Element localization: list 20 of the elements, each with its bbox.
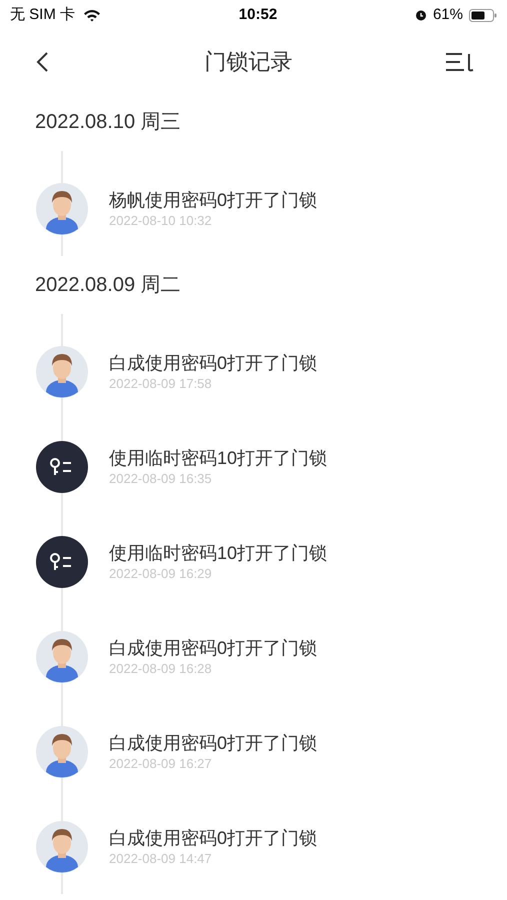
date-header: 2022.08.09 周二 <box>35 273 181 298</box>
back-icon <box>35 50 49 72</box>
alarm-icon <box>414 9 427 21</box>
record-text: 白成使用密码0打开了门锁 <box>109 732 318 754</box>
date-header: 2022.08.10 周三 <box>35 110 181 135</box>
record-text: 白成使用密码0打开了门锁 <box>109 826 318 850</box>
record-text: 杨帆使用密码0打开了门锁 <box>109 188 318 212</box>
key-icon <box>36 440 88 492</box>
record-text: 使用临时密码10打开了门锁 <box>109 542 328 564</box>
battery-icon <box>468 8 497 22</box>
record-text: 白成使用密码0打开了门锁 <box>109 636 318 660</box>
record-text: 使用临时密码10打开了门锁 <box>109 446 328 470</box>
wifi-icon <box>83 8 102 22</box>
record-text: 白成使用密码0打开了门锁 <box>109 352 318 374</box>
carrier-text: 无 SIM 卡 <box>10 4 76 25</box>
filter-icon <box>444 50 476 72</box>
clock-text: 10:52 <box>238 4 278 25</box>
page-title: 门锁记录 <box>204 48 292 76</box>
battery-text: 61% <box>432 4 463 25</box>
key-icon <box>36 536 88 588</box>
